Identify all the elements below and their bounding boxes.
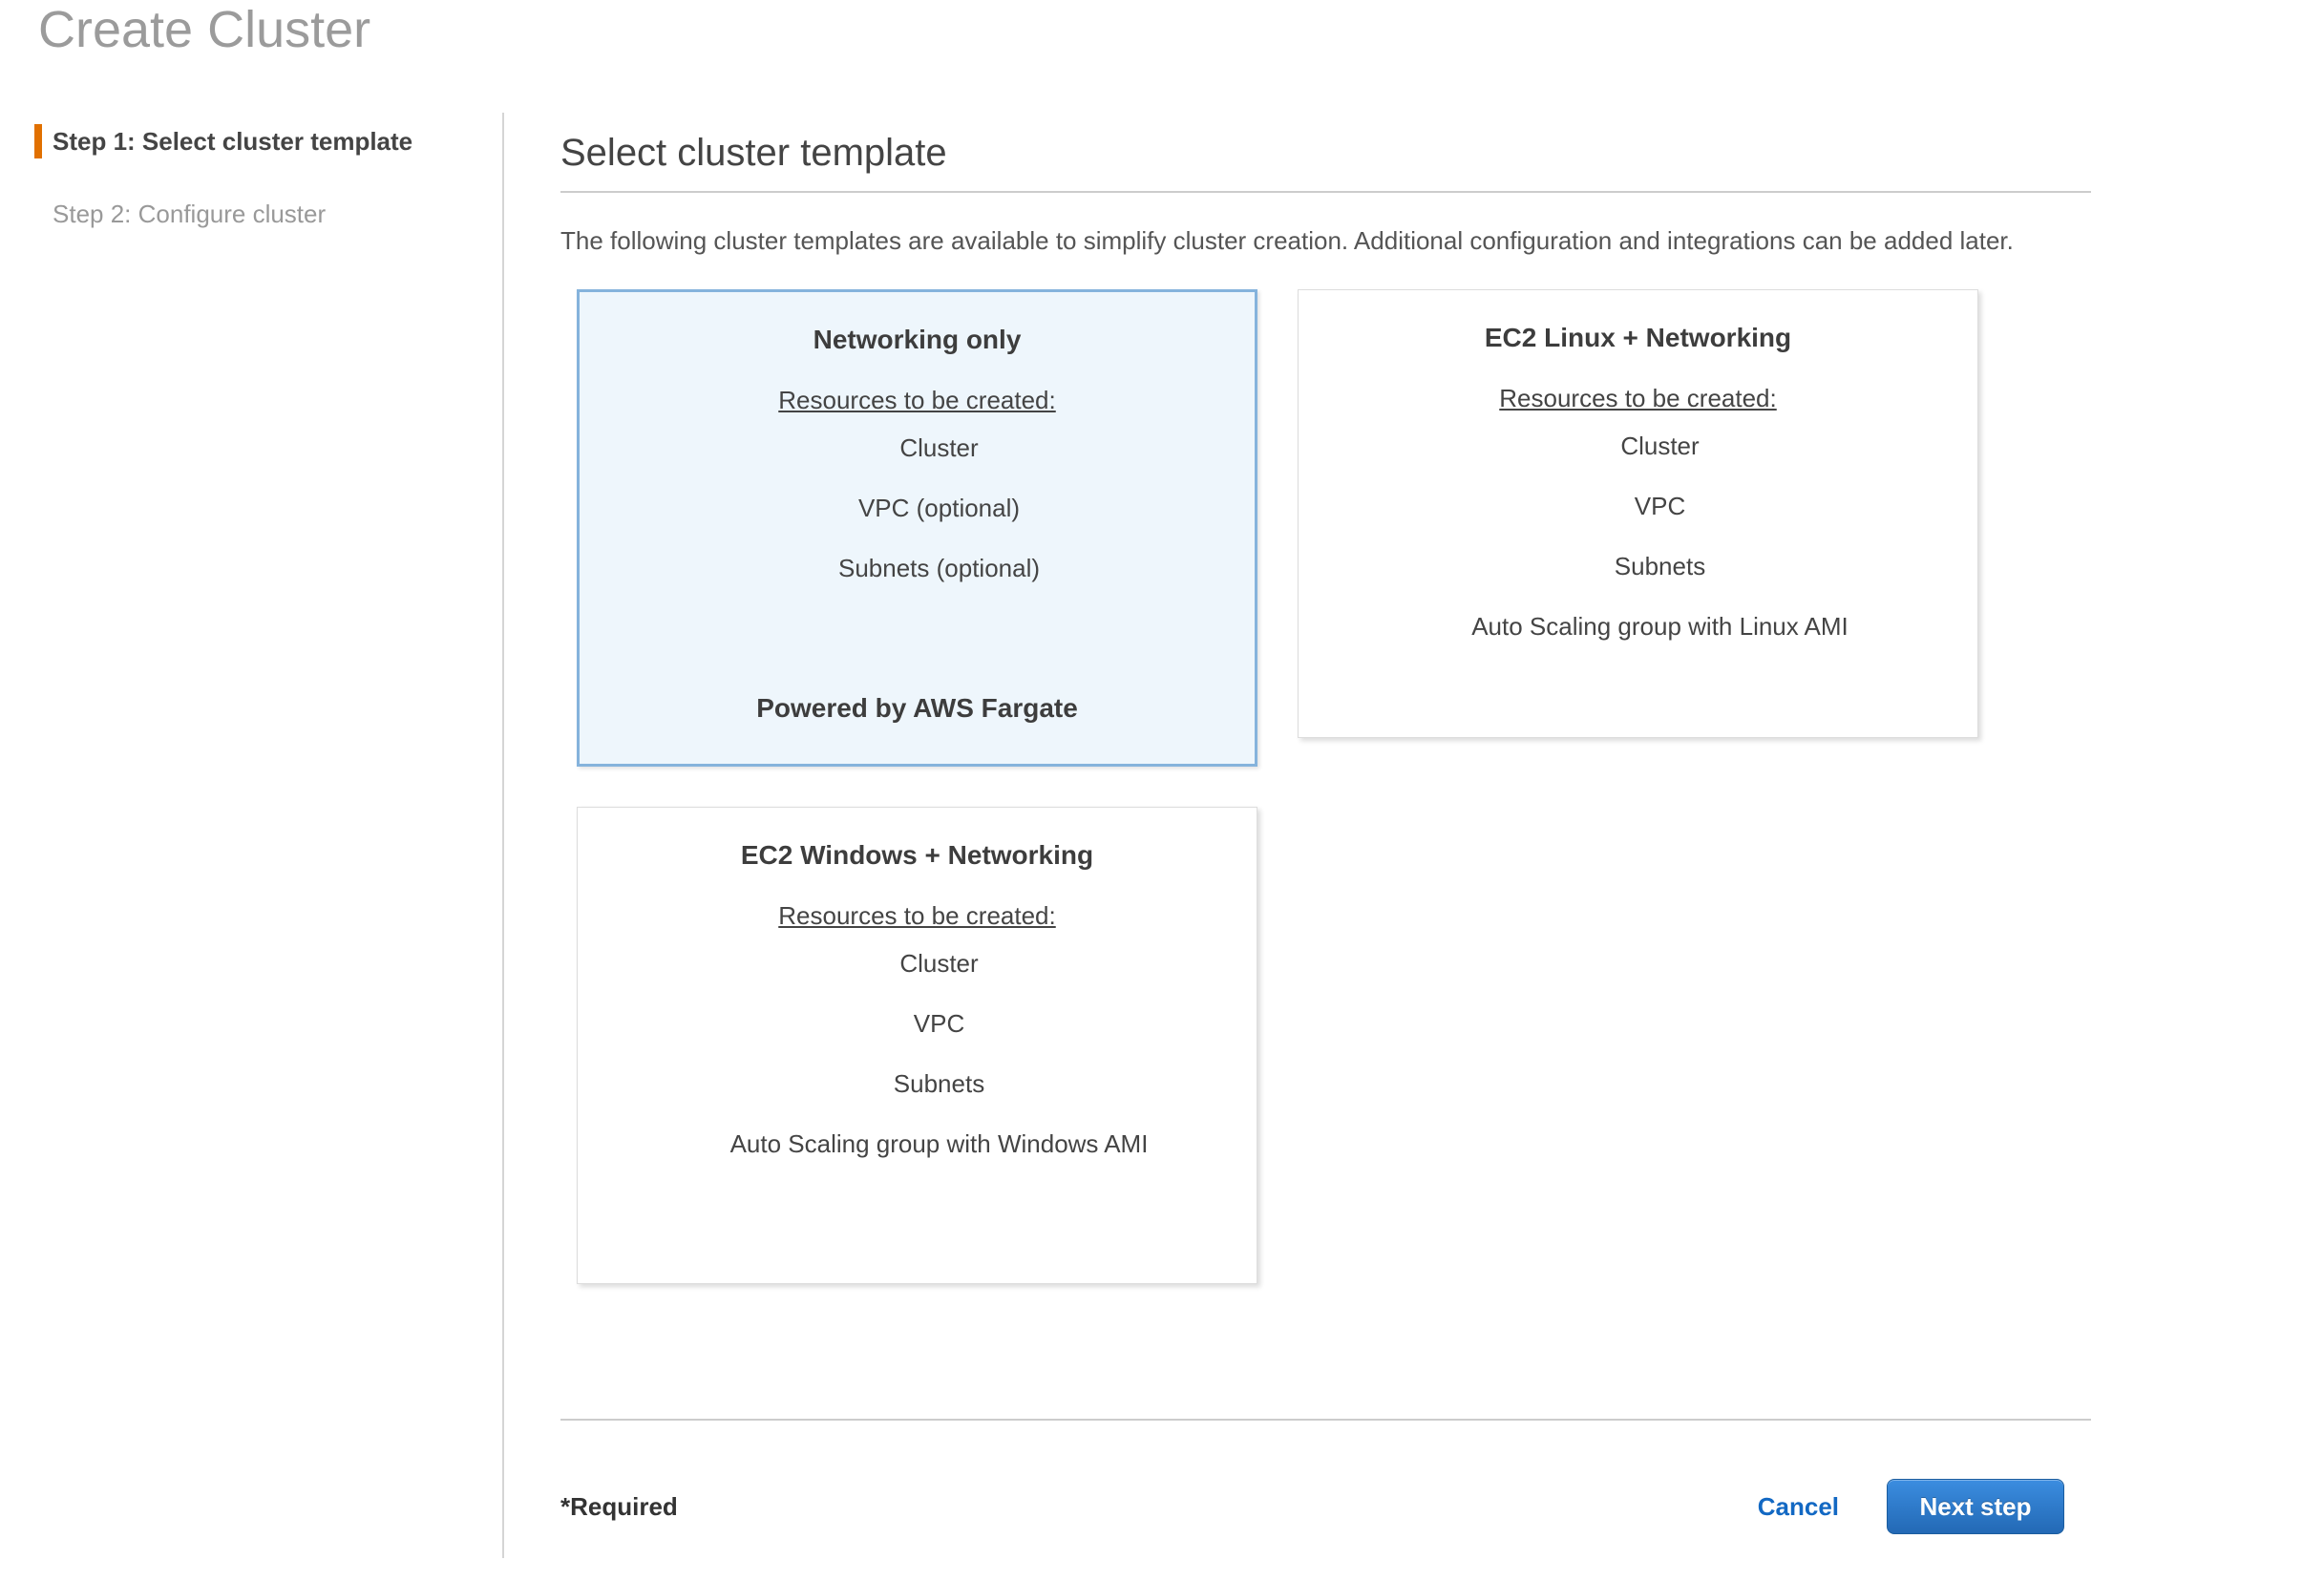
resource-item: Subnets (optional) bbox=[623, 554, 1255, 582]
card-resources-list: Cluster VPC (optional) Subnets (optional… bbox=[580, 433, 1255, 582]
card-title: EC2 Linux + Networking bbox=[1299, 322, 1977, 354]
resource-item: Cluster bbox=[623, 433, 1255, 462]
resource-item: VPC bbox=[1342, 492, 1977, 520]
section-description: The following cluster templates are avai… bbox=[560, 220, 2091, 262]
footer-actions: *Required Cancel Next step bbox=[560, 1479, 2091, 1534]
card-resources-label: Resources to be created: bbox=[580, 386, 1255, 414]
card-resources-label: Resources to be created: bbox=[1299, 384, 1977, 412]
required-note: *Required bbox=[560, 1492, 678, 1522]
card-ec2-linux-networking[interactable]: EC2 Linux + Networking Resources to be c… bbox=[1298, 289, 1978, 738]
card-title: Networking only bbox=[580, 324, 1255, 356]
resource-item: VPC bbox=[622, 1009, 1257, 1038]
step-2-configure-cluster: Step 2: Configure cluster bbox=[34, 197, 474, 231]
card-resources-list: Cluster VPC Subnets Auto Scaling group w… bbox=[1299, 432, 1977, 641]
page-title: Create Cluster bbox=[38, 0, 370, 59]
resource-item: VPC (optional) bbox=[623, 494, 1255, 522]
card-resources-label: Resources to be created: bbox=[578, 901, 1257, 930]
cluster-template-cards: Networking only Resources to be created:… bbox=[560, 289, 2050, 1284]
section-heading: Select cluster template bbox=[560, 130, 2091, 176]
resource-item: Auto Scaling group with Windows AMI bbox=[622, 1129, 1257, 1158]
card-ec2-windows-networking[interactable]: EC2 Windows + Networking Resources to be… bbox=[577, 807, 1257, 1284]
heading-divider bbox=[560, 191, 2091, 193]
sidebar-divider bbox=[502, 113, 504, 1558]
resource-item: Auto Scaling group with Linux AMI bbox=[1342, 612, 1977, 641]
resource-item: Subnets bbox=[1342, 552, 1977, 580]
card-footnote: Powered by AWS Fargate bbox=[580, 693, 1255, 724]
card-title: EC2 Windows + Networking bbox=[578, 839, 1257, 872]
card-networking-only[interactable]: Networking only Resources to be created:… bbox=[577, 289, 1257, 767]
wizard-steps: Step 1: Select cluster template Step 2: … bbox=[34, 124, 474, 231]
cancel-button[interactable]: Cancel bbox=[1758, 1492, 1839, 1522]
next-step-button[interactable]: Next step bbox=[1887, 1479, 2064, 1534]
resource-item: Cluster bbox=[622, 949, 1257, 978]
footer-divider bbox=[560, 1419, 2091, 1421]
resource-item: Subnets bbox=[622, 1069, 1257, 1098]
main-content: Select cluster template The following cl… bbox=[560, 130, 2091, 1284]
step-1-select-cluster-template[interactable]: Step 1: Select cluster template bbox=[34, 124, 474, 158]
card-resources-list: Cluster VPC Subnets Auto Scaling group w… bbox=[578, 949, 1257, 1158]
resource-item: Cluster bbox=[1342, 432, 1977, 460]
